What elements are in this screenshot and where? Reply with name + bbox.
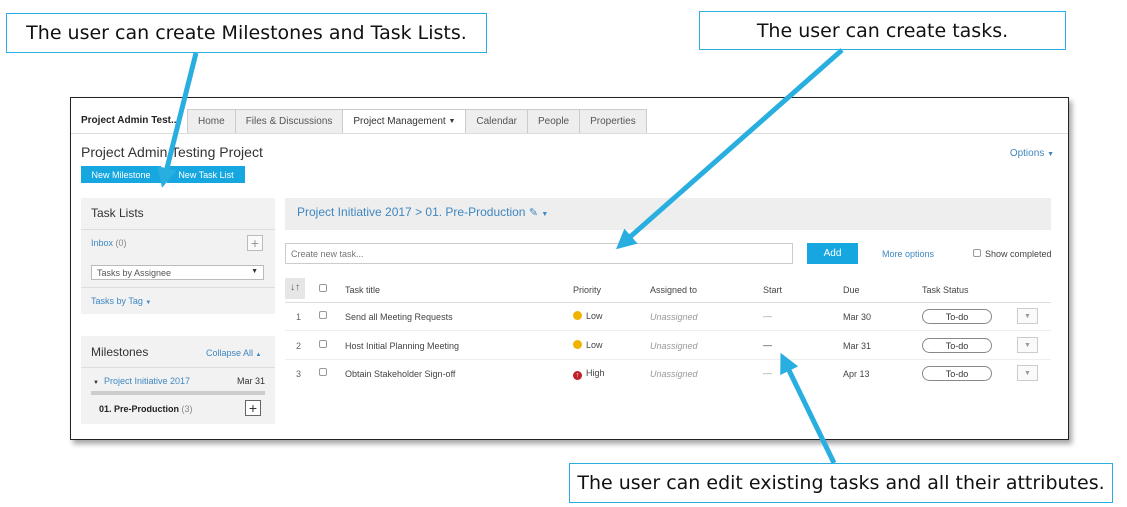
arrow-to-new-buttons [157, 52, 199, 188]
arrow-to-new-task-input [615, 48, 844, 250]
arrow-to-task-row [780, 352, 837, 465]
callout-arrows [157, 48, 844, 465]
